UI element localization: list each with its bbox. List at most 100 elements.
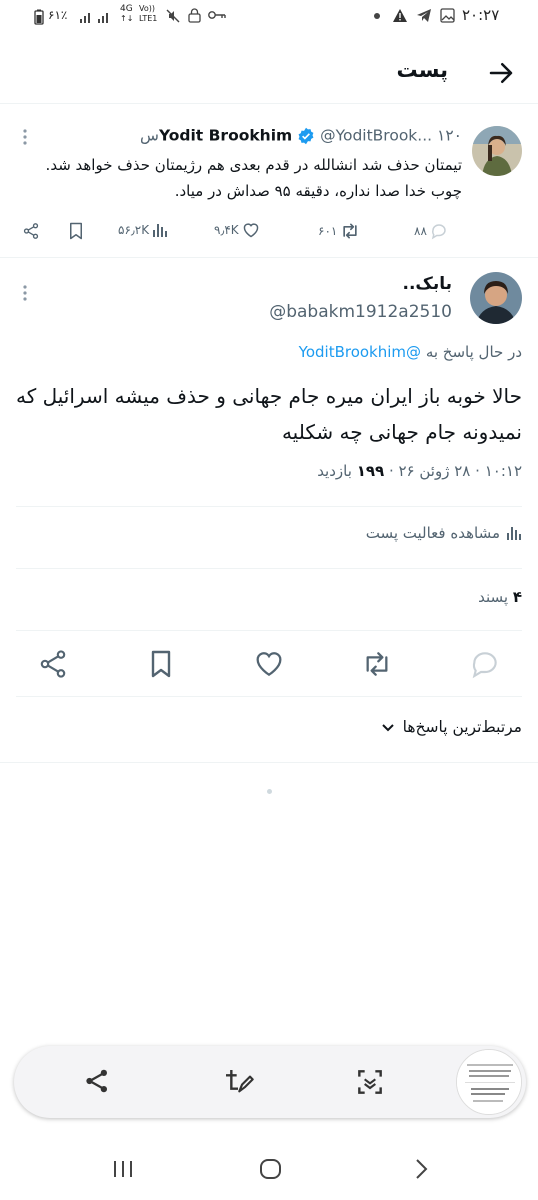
retweet-icon — [366, 652, 388, 676]
network-type: 4G ↑↓ — [120, 4, 134, 23]
recent-apps-button[interactable] — [108, 1154, 138, 1184]
reply-meta: ۱۰:۱۲ · ۲۸ ژوئن ۲۶ · ۱۹۹ بازدید — [317, 462, 522, 480]
top-header: پست — [0, 44, 538, 104]
more-vertical-icon — [23, 285, 27, 301]
view-post-activity[interactable]: مشاهده فعالیت پست — [366, 524, 522, 542]
scroll-capture-icon — [358, 1070, 382, 1094]
reply-author: بابک.. @babakm1912a2510 — [0, 262, 538, 332]
original-bookmark-button[interactable] — [68, 222, 84, 240]
bookmark-icon — [151, 650, 171, 678]
replying-to: در حال پاسخ به @YoditBrookhim — [299, 343, 522, 361]
replying-to-prefix: در حال پاسخ به — [425, 343, 522, 361]
chevron-down-icon — [381, 724, 394, 732]
clock: ۲۰:۲۷ — [462, 6, 500, 24]
edit-crop-icon — [226, 1070, 254, 1093]
telegram-icon — [416, 8, 432, 23]
arrow-right-icon — [489, 63, 513, 83]
original-name-line: Yodit Brookhim @YoditBrook... ۱۲۰س — [22, 126, 462, 150]
divider — [16, 506, 522, 507]
original-views[interactable]: ۵۶٫۲K — [118, 222, 168, 238]
back-button[interactable] — [486, 58, 516, 88]
screenshot-toolbar — [14, 1046, 526, 1118]
original-retweet-count: ۶۰۱ — [318, 224, 338, 238]
signal-icon — [80, 10, 116, 23]
original-actions: ۵۶٫۲K ۹٫۴K ۶۰۱ ۸۸ — [22, 218, 462, 248]
volte-indicator: Vo)) LTE1 — [139, 4, 157, 24]
original-handle[interactable]: @YoditBrook... — [320, 127, 432, 145]
share-icon — [86, 1069, 107, 1093]
original-share-button[interactable] — [22, 222, 40, 240]
retweet-icon — [343, 223, 358, 239]
retweet-button[interactable] — [361, 648, 393, 680]
comment-icon — [431, 224, 446, 240]
battery-icon — [34, 9, 44, 25]
original-reply-button[interactable]: ۸۸ — [414, 222, 448, 240]
meta-separator: · — [475, 462, 480, 480]
dot-indicator — [374, 13, 380, 19]
reply-tweet-text: حالا خوبه باز ایران میره جام جهانی و حذف… — [16, 384, 522, 444]
original-tweet-text: تیمتان حذف شد انشالله در قدم بعدی هم رژی… — [45, 156, 462, 200]
gallery-icon — [440, 8, 455, 23]
status-bar: ۶۱٪ 4G ↑↓ Vo)) LTE1 ۲۰:۲۷ — [0, 0, 538, 34]
system-nav-bar — [0, 1140, 538, 1200]
chevron-right-icon — [416, 1159, 428, 1179]
likes-row[interactable]: ۴ پسند — [478, 588, 522, 606]
like-button[interactable] — [253, 648, 285, 680]
divider — [0, 762, 538, 763]
original-view-count: ۵۶٫۲K — [118, 223, 150, 237]
original-display-name[interactable]: Yodit Brookhim — [159, 127, 292, 145]
scroll-capture-button[interactable] — [354, 1066, 386, 1098]
screenshot-edit-button[interactable] — [222, 1066, 254, 1098]
bar-chart-icon — [153, 224, 168, 237]
divider — [16, 696, 522, 697]
network-4g: 4G — [120, 4, 133, 14]
home-button[interactable] — [256, 1154, 286, 1184]
home-icon — [260, 1159, 281, 1179]
comment-icon — [472, 652, 497, 679]
likes-count: ۴ — [512, 588, 522, 606]
verified-badge-icon — [297, 127, 315, 145]
heart-icon — [243, 223, 258, 238]
share-icon — [40, 650, 66, 678]
replying-to-handle[interactable]: @YoditBrookhim — [299, 343, 421, 361]
likes-label: پسند — [478, 588, 509, 606]
reply-author-avatar[interactable] — [470, 272, 522, 324]
reply-views-label: بازدید — [317, 462, 352, 480]
reply-button[interactable] — [469, 648, 501, 680]
original-author-avatar[interactable] — [472, 126, 522, 176]
reply-handle[interactable]: @babakm1912a2510 — [269, 302, 452, 322]
divider — [16, 568, 522, 569]
reply-sort-dropdown[interactable]: مرتبط‌ترین پاسخ‌ها — [381, 718, 522, 736]
original-reply-count: ۸۸ — [414, 224, 427, 238]
bookmark-button[interactable] — [145, 648, 177, 680]
sort-label: مرتبط‌ترین پاسخ‌ها — [402, 718, 522, 736]
key-icon — [208, 10, 226, 20]
view-activity-label: مشاهده فعالیت پست — [365, 524, 500, 542]
battery-percent: ۶۱٪ — [48, 8, 68, 22]
warning-icon — [392, 8, 408, 23]
screenshot-share-button[interactable] — [82, 1066, 114, 1098]
screenshot-thumbnail[interactable] — [456, 1049, 522, 1115]
back-nav-button[interactable] — [406, 1154, 436, 1184]
original-retweet-button[interactable]: ۶۰۱ — [318, 222, 360, 240]
reply-time[interactable]: ۱۰:۱۲ — [485, 462, 522, 480]
share-button[interactable] — [37, 648, 69, 680]
original-like-button[interactable]: ۹٫۴K — [214, 222, 260, 238]
original-like-count: ۹٫۴K — [214, 223, 239, 237]
more-vertical-icon — [23, 129, 27, 145]
reply-display-name[interactable]: بابک.. — [403, 274, 452, 294]
original-more-button[interactable] — [22, 128, 28, 146]
loading-dot — [267, 789, 272, 794]
reply-more-button[interactable] — [22, 284, 28, 302]
original-tweet[interactable]: Yodit Brookhim @YoditBrook... ۱۲۰س تیمتا… — [0, 104, 538, 258]
lte-label: LTE1 — [139, 14, 158, 23]
reply-date[interactable]: ۲۸ ژوئن ۲۶ — [399, 462, 471, 480]
recents-icon — [114, 1161, 132, 1177]
lock-icon — [188, 8, 201, 23]
mute-icon — [166, 9, 180, 23]
divider — [16, 630, 522, 631]
meta-separator: · — [388, 462, 394, 480]
page-title: پست — [396, 58, 449, 82]
volte-label: Vo)) — [139, 4, 155, 13]
reply-actions — [0, 640, 538, 688]
